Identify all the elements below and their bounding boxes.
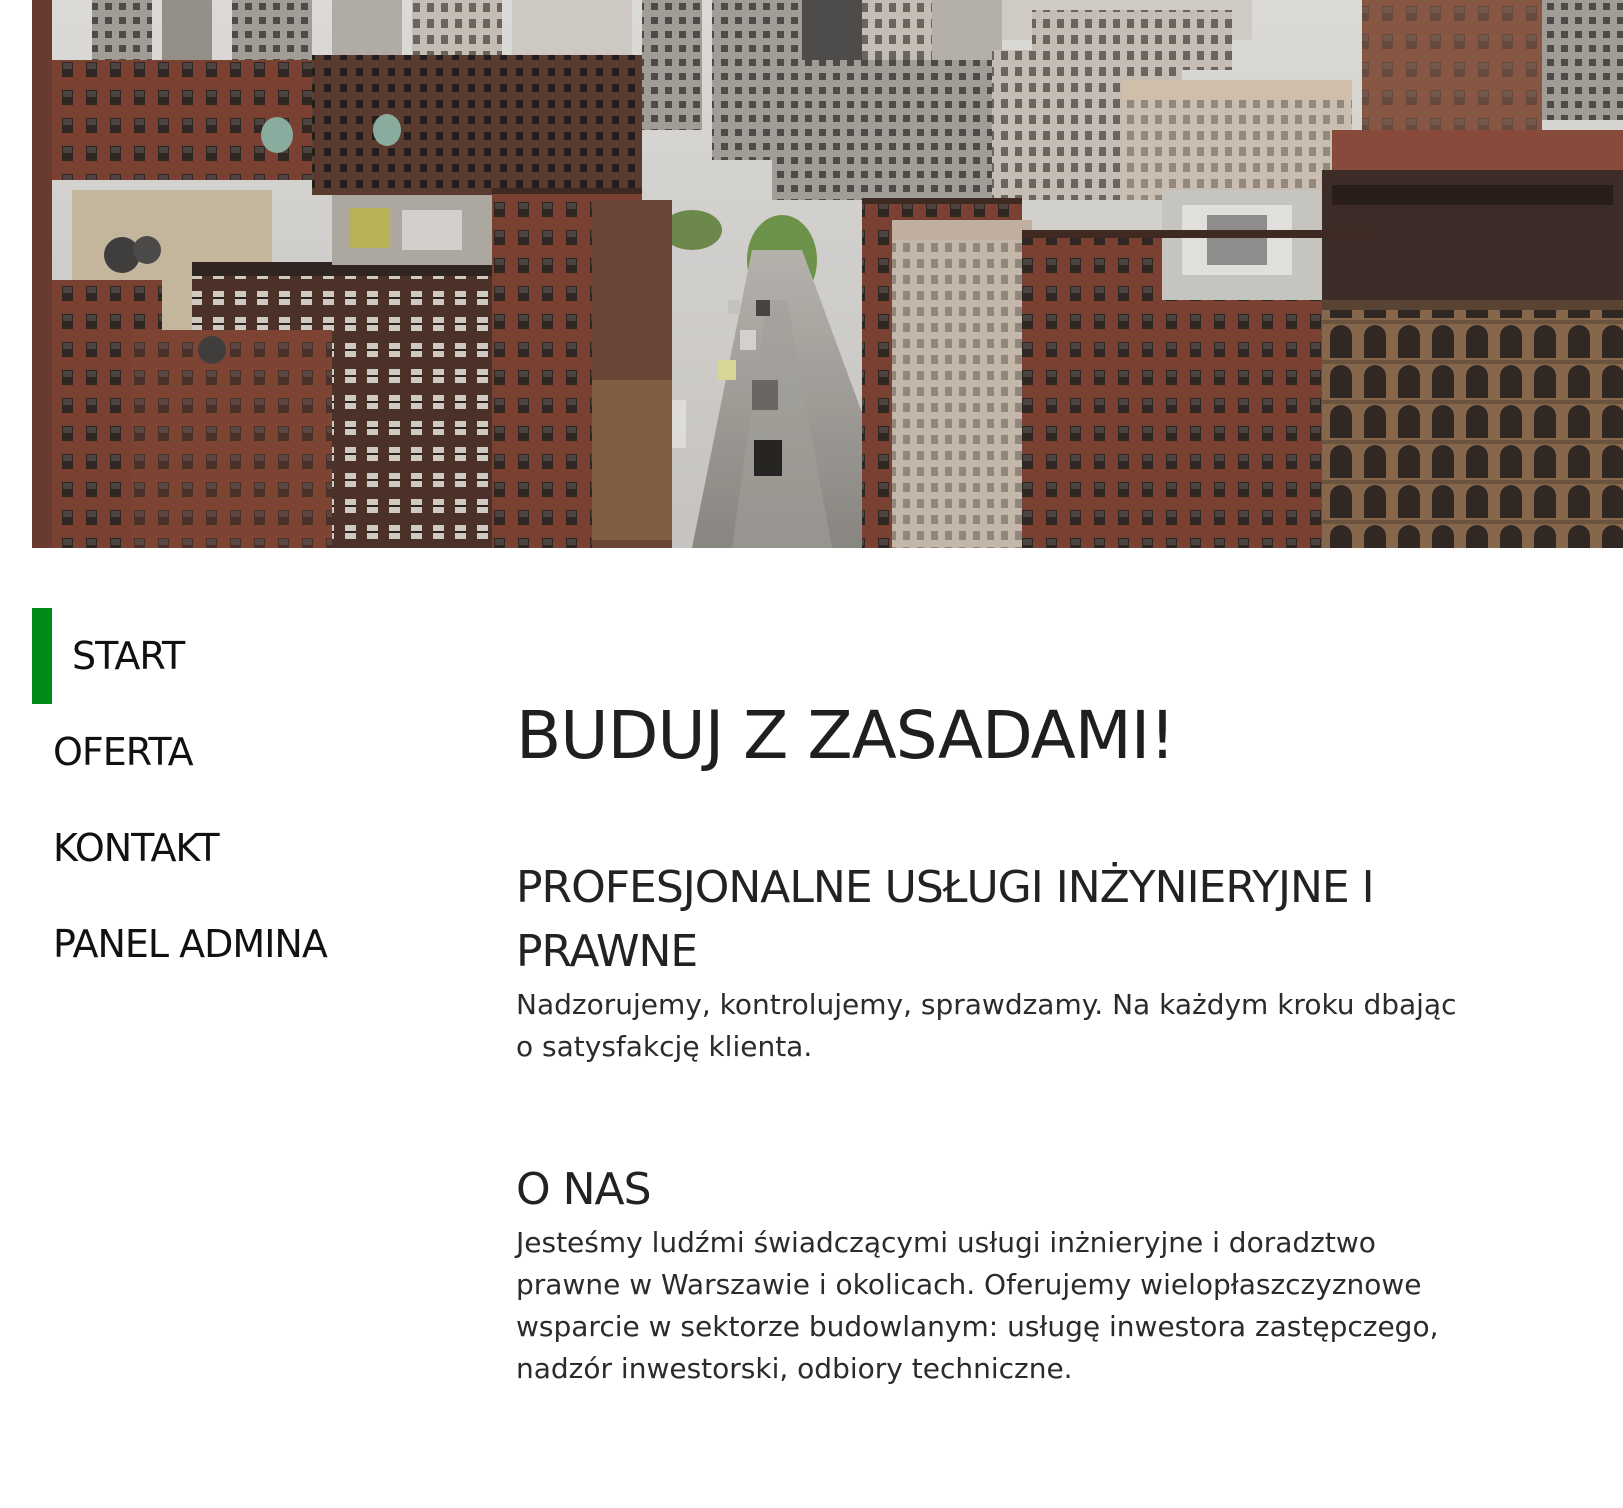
section-text: Jesteśmy ludźmi świadczącymi usługi inżn…: [516, 1226, 1439, 1385]
about-section: O NAS Jesteśmy ludźmi świadczącymi usług…: [516, 1158, 1476, 1390]
section-heading: O NAS: [516, 1164, 652, 1215]
page-title: BUDUJ Z ZASADAMI!: [516, 697, 1176, 774]
main-content: BUDUJ Z ZASADAMI! PROFESJONALNE USŁUGI I…: [516, 690, 1476, 1390]
active-indicator: [32, 608, 52, 704]
sidebar-nav: START OFERTA KONTAKT PANEL ADMINA: [32, 608, 452, 992]
nav-item-start[interactable]: START: [32, 608, 452, 704]
nav-item-label: START: [72, 634, 185, 678]
nav-item-label: OFERTA: [53, 730, 194, 774]
services-section: PROFESJONALNE USŁUGI INŻYNIERYJNE I PRAW…: [516, 856, 1476, 1068]
nav-item-label: KONTAKT: [53, 826, 220, 870]
hero-image: [32, 0, 1623, 548]
nav-item-panel-admina[interactable]: PANEL ADMINA: [32, 896, 452, 992]
section-heading: PROFESJONALNE USŁUGI INŻYNIERYJNE I PRAW…: [516, 862, 1375, 977]
nav-item-oferta[interactable]: OFERTA: [32, 704, 452, 800]
section-text: Nadzorujemy, kontrolujemy, sprawdzamy. N…: [516, 988, 1457, 1063]
nav-item-kontakt[interactable]: KONTAKT: [32, 800, 452, 896]
nav-item-label: PANEL ADMINA: [53, 922, 328, 966]
